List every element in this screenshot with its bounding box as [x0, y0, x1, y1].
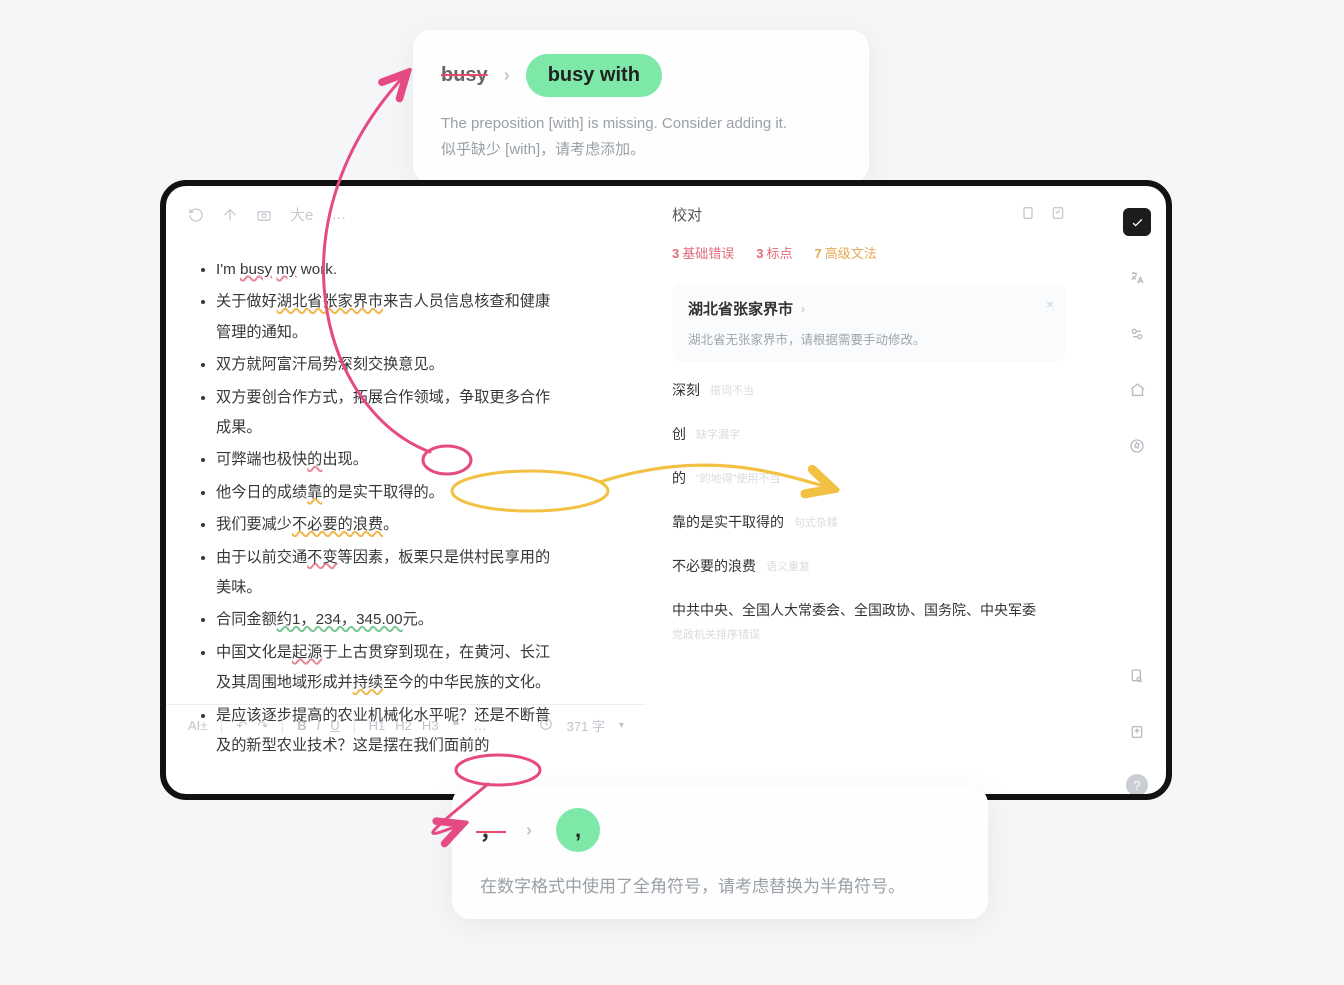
italic-button[interactable]: I — [317, 718, 321, 733]
export-icon[interactable] — [1123, 718, 1151, 746]
refresh-icon[interactable] — [188, 207, 204, 223]
redo-icon[interactable]: ↷ — [257, 718, 268, 734]
wrong-symbol: ， — [480, 814, 502, 846]
list-item: 我们要减少不必要的浪费。 — [216, 510, 556, 540]
issue-item[interactable]: 中共中央、全国人大常委会、全国政协、国务院、中央军委党政机关排序错误 — [672, 600, 1066, 642]
callout-explain-en: The preposition [with] is missing. Consi… — [441, 115, 841, 132]
camera-icon[interactable] — [256, 207, 272, 223]
document-list[interactable]: I'm busy my work. 关于做好湖北省张家界市来吉人员信息核查和健康… — [216, 255, 556, 762]
undo-icon[interactable]: ↶ — [236, 718, 247, 734]
list-item: I'm busy my work. — [216, 255, 556, 285]
callout-top-card: busy › busy with The preposition [with] … — [413, 30, 869, 183]
wrong-word: busy — [441, 64, 488, 87]
suggestion-pill[interactable]: , — [556, 808, 600, 852]
callout-bottom-card: ， › , 在数字格式中使用了全角符号，请考虑替换为半角符号。 — [452, 786, 988, 919]
list-item: 中国文化是起源于上古贯穿到现在，在黄河、长江及其周围地域形成并持续至今的中华民族… — [216, 638, 556, 699]
issue-item[interactable]: 创缺字漏字 — [672, 424, 1066, 444]
issue-item[interactable]: 不必要的浪费语义重复 — [672, 556, 1066, 576]
h3-button[interactable]: H3 — [422, 718, 439, 733]
proofread-pane: 校对 3基础错误 3标点 7高级文法 湖北省张家界市 › 湖北省无张家界市，请根据… — [646, 186, 1076, 794]
list-item: 关于做好湖北省张家界市来吉人员信息核查和健康管理的通知。 — [216, 287, 556, 348]
tool-sidebar: ? — [1108, 186, 1166, 800]
bold-button[interactable]: B — [297, 718, 306, 733]
filter-tabs: 3基础错误 3标点 7高级文法 — [672, 243, 1066, 262]
editor-toolbar-top: 大e … — [188, 204, 624, 225]
checklist-icon[interactable] — [1050, 205, 1066, 225]
list-item: 双方就阿富汗局势深刻交换意见。 — [216, 350, 556, 380]
list-item: 他今日的成绩靠的是实干取得的。 — [216, 478, 556, 508]
clipboard-icon[interactable] — [1020, 205, 1036, 225]
editor-pane: 大e … I'm busy my work. 关于做好湖北省张家界市来吉人员信息… — [166, 186, 646, 746]
compass-tool-icon[interactable] — [1123, 432, 1151, 460]
close-icon[interactable]: × — [1046, 296, 1054, 312]
list-item: 双方要创合作方式，拓展合作领域，争取更多合作成果。 — [216, 383, 556, 444]
textsize-toggle[interactable]: 大e — [290, 204, 313, 225]
h2-button[interactable]: H2 — [395, 718, 412, 733]
panel-title: 校对 — [672, 204, 702, 225]
format-toolbar: AI± ↶ ↷ B I U H1 H2 H3 ❝ … — [166, 704, 646, 746]
ai-button[interactable]: AI± — [188, 718, 207, 733]
chevron-right-icon: › — [504, 65, 510, 86]
filter-advanced[interactable]: 7高级文法 — [815, 243, 877, 262]
chevron-right-icon: › — [801, 302, 805, 316]
issue-detail-card[interactable]: 湖北省张家界市 › 湖北省无张家界市，请根据需要手动修改。 × — [672, 284, 1066, 362]
issue-item[interactable]: 的“的地得”使用不当 — [672, 468, 1066, 488]
h1-button[interactable]: H1 — [369, 718, 386, 733]
rewrite-tool-icon[interactable] — [1123, 320, 1151, 348]
issue-item[interactable]: 靠的是实干取得的句式杂糅 — [672, 512, 1066, 532]
issue-item[interactable]: 深刻搭词不当 — [672, 380, 1066, 400]
proofread-tool-icon[interactable] — [1123, 208, 1151, 236]
more-icon[interactable]: … — [331, 206, 346, 223]
upgrade-tool-icon[interactable] — [1123, 376, 1151, 404]
more-format-icon[interactable]: … — [474, 718, 487, 733]
filter-punct[interactable]: 3标点 — [756, 243, 792, 262]
help-icon[interactable]: ? — [1126, 774, 1148, 796]
list-item: 合同金额约1，234，345.00元。 — [216, 605, 556, 635]
quote-button[interactable]: ❝ — [453, 718, 460, 734]
callout-bottom-msg: 在数字格式中使用了全角符号，请考虑替换为半角符号。 — [480, 872, 960, 897]
callout-explain-zh: 似乎缺少 [with]，请考虑添加。 — [441, 138, 841, 159]
clock-icon — [539, 717, 553, 734]
filter-basic[interactable]: 3基础错误 — [672, 243, 734, 262]
suggestion-pill[interactable]: busy with — [526, 54, 662, 97]
translate-tool-icon[interactable] — [1123, 264, 1151, 292]
device-frame: 大e … I'm busy my work. 关于做好湖北省张家界市来吉人员信息… — [160, 180, 1172, 800]
list-item: 由于以前交通不变等因素，板栗只是供村民享用的美味。 — [216, 543, 556, 604]
list-item: 可弊端也极快的出现。 — [216, 445, 556, 475]
issue-detail-title: 湖北省张家界市 — [688, 298, 793, 319]
chevron-down-icon[interactable]: ▾ — [619, 720, 624, 731]
search-doc-icon[interactable] — [1123, 662, 1151, 690]
underline-button[interactable]: U — [330, 718, 339, 733]
issue-detail-sub: 湖北省无张家界市，请根据需要手动修改。 — [688, 329, 1050, 348]
share-icon[interactable] — [222, 207, 238, 223]
chevron-right-icon: › — [526, 820, 532, 841]
word-count[interactable]: 371 字 — [567, 716, 605, 735]
